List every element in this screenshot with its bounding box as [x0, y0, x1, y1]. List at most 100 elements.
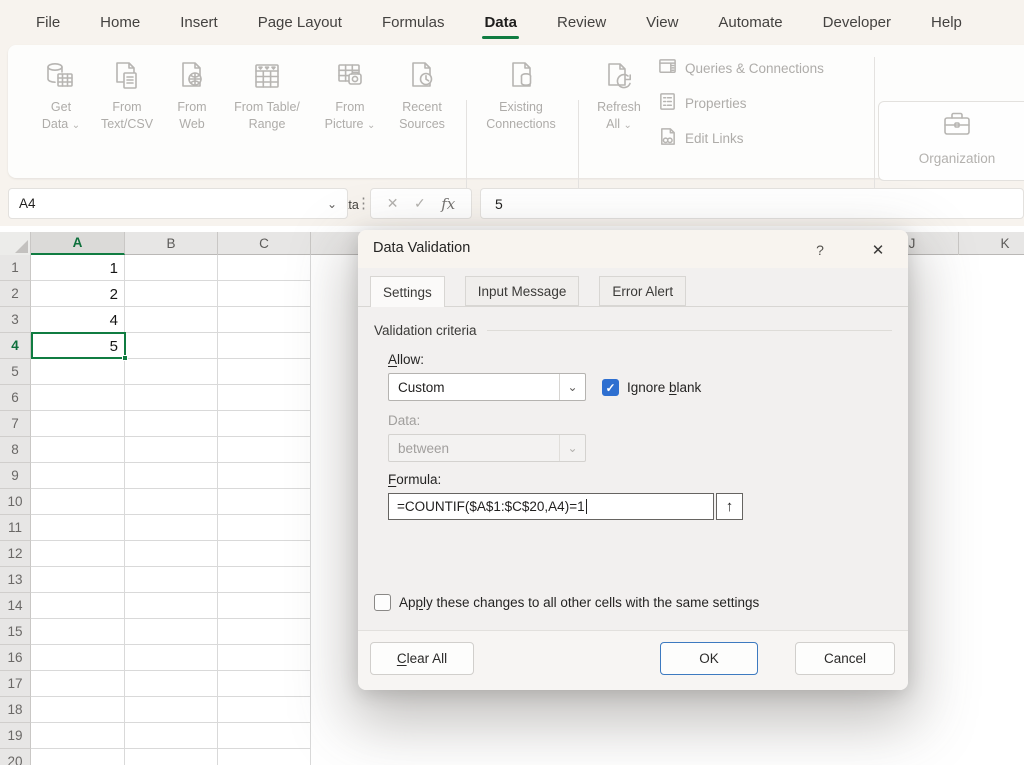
- row-header-2[interactable]: 2: [0, 281, 31, 307]
- data-types-gallery: Organization ▴ ▾ S: [878, 101, 1024, 181]
- name-box-chevron-icon[interactable]: ⌄: [327, 197, 337, 211]
- row-header-9[interactable]: 9: [0, 463, 31, 489]
- row-header-17[interactable]: 17: [0, 671, 31, 697]
- row-header-1[interactable]: 1: [0, 255, 31, 281]
- cell-a3[interactable]: 4: [31, 307, 124, 333]
- row-header-16[interactable]: 16: [0, 645, 31, 671]
- cancel-button[interactable]: Cancel: [795, 642, 895, 675]
- confirm-entry-icon[interactable]: ✓: [414, 195, 426, 212]
- from-text-csv-button[interactable]: FromText/CSV: [96, 55, 158, 175]
- dropdown-chevron-icon: ⌄: [367, 120, 375, 131]
- apply-changes-checkbox[interactable]: [374, 594, 391, 611]
- properties-icon: [658, 92, 677, 114]
- row-header-8[interactable]: 8: [0, 437, 31, 463]
- dialog-formula-input[interactable]: =COUNTIF($A$1:$C$20,A4)=1: [388, 493, 714, 520]
- table-camera-icon: [332, 55, 368, 99]
- column-header-a[interactable]: A: [31, 232, 125, 255]
- formula-bar-drag-handle[interactable]: ⋮: [356, 194, 371, 212]
- tab-input-message[interactable]: Input Message: [465, 276, 580, 306]
- cell-a1[interactable]: 1: [31, 255, 124, 281]
- organization-data-type[interactable]: Organization: [897, 108, 1017, 166]
- get-data-button[interactable]: GetData ⌄: [32, 55, 90, 175]
- row-header-7[interactable]: 7: [0, 411, 31, 437]
- data-validation-dialog: Data Validation ? ✕ Settings Input Messa…: [358, 230, 908, 690]
- file-database-icon: [503, 55, 539, 99]
- ribbon: GetData ⌄ FromText/CSV FromWeb From Tabl…: [8, 45, 1024, 178]
- menu-developer[interactable]: Developer: [807, 8, 907, 37]
- ignore-blank-checkbox[interactable]: ✓: [602, 379, 619, 396]
- row-header-14[interactable]: 14: [0, 593, 31, 619]
- row-header-column: 1 2 3 4 5 6 7 8 9 10 11 12 13 14 15 16 1…: [0, 255, 31, 765]
- row-header-10[interactable]: 10: [0, 489, 31, 515]
- existing-connections-label: ExistingConnections: [486, 99, 556, 133]
- column-header-k[interactable]: K: [959, 232, 1024, 255]
- from-table-range-label: From Table/Range: [234, 99, 300, 133]
- fill-handle[interactable]: [122, 355, 128, 361]
- row-header-18[interactable]: 18: [0, 697, 31, 723]
- existing-connections-button[interactable]: ExistingConnections: [476, 55, 566, 175]
- queries-connections-button[interactable]: Queries & Connections: [658, 57, 824, 79]
- row-header-19[interactable]: 19: [0, 723, 31, 749]
- menu-home[interactable]: Home: [84, 8, 156, 37]
- text-cursor: [586, 499, 587, 514]
- clear-all-button[interactable]: Clear All: [370, 642, 474, 675]
- dialog-formula-value: =COUNTIF($A$1:$C$20,A4)=1: [397, 499, 585, 514]
- validation-criteria-group: Validation criteria: [374, 323, 892, 338]
- menu-view[interactable]: View: [630, 8, 694, 37]
- row-header-12[interactable]: 12: [0, 541, 31, 567]
- row-header-3[interactable]: 3: [0, 307, 31, 333]
- briefcase-icon: [937, 108, 977, 147]
- file-text-icon: [109, 55, 145, 99]
- from-picture-button[interactable]: FromPicture ⌄: [314, 55, 386, 175]
- column-header-b[interactable]: B: [125, 232, 218, 255]
- row-header-11[interactable]: 11: [0, 515, 31, 541]
- ok-button[interactable]: OK: [660, 642, 758, 675]
- help-button[interactable]: ?: [808, 238, 832, 262]
- menu-automate[interactable]: Automate: [702, 8, 798, 37]
- row-header-13[interactable]: 13: [0, 567, 31, 593]
- menu-insert[interactable]: Insert: [164, 8, 234, 37]
- allow-dropdown[interactable]: Custom ⌄: [388, 373, 586, 401]
- from-table-range-button[interactable]: From Table/Range: [228, 55, 306, 175]
- menu-help[interactable]: Help: [915, 8, 978, 37]
- menu-file[interactable]: File: [20, 8, 76, 37]
- recent-sources-button[interactable]: RecentSources: [390, 55, 454, 175]
- row-header-6[interactable]: 6: [0, 385, 31, 411]
- cancel-entry-icon[interactable]: ✕: [387, 195, 399, 212]
- tab-settings[interactable]: Settings: [370, 276, 445, 307]
- name-box[interactable]: A4 ⌄: [8, 188, 348, 219]
- menu-data[interactable]: Data: [468, 8, 533, 37]
- formula-input[interactable]: 5: [480, 188, 1024, 219]
- close-icon[interactable]: ✕: [864, 238, 892, 262]
- data-dropdown: between ⌄: [388, 434, 586, 462]
- formula-bar: A4 ⌄ ⋮ ✕ ✓ fx 5: [0, 184, 1024, 224]
- row-header-5[interactable]: 5: [0, 359, 31, 385]
- column-header-c[interactable]: C: [218, 232, 311, 255]
- row-header-4[interactable]: 4: [0, 333, 31, 359]
- menu-formulas[interactable]: Formulas: [366, 8, 461, 37]
- table-icon: [249, 55, 285, 99]
- collapse-dialog-button[interactable]: ↑: [716, 493, 743, 520]
- row-header-20[interactable]: 20: [0, 749, 31, 765]
- row-header-15[interactable]: 15: [0, 619, 31, 645]
- data-label: Data:: [388, 413, 420, 428]
- select-all-button[interactable]: [0, 232, 31, 255]
- collapse-arrow-icon: ↑: [726, 498, 734, 515]
- edit-links-icon: [658, 127, 677, 149]
- refresh-all-label: RefreshAll ⌄: [597, 99, 641, 133]
- select-all-triangle-icon: [15, 240, 28, 253]
- insert-function-icon[interactable]: fx: [441, 195, 455, 213]
- from-web-button[interactable]: FromWeb: [166, 55, 218, 175]
- menu-review[interactable]: Review: [541, 8, 622, 37]
- formula-buttons: ✕ ✓ fx: [370, 188, 472, 219]
- refresh-all-button[interactable]: RefreshAll ⌄: [588, 55, 650, 175]
- tab-error-alert[interactable]: Error Alert: [599, 276, 686, 306]
- properties-button[interactable]: Properties: [658, 92, 747, 114]
- file-globe-icon: [174, 55, 210, 99]
- properties-label: Properties: [685, 96, 747, 111]
- dialog-title-bar[interactable]: Data Validation ? ✕: [358, 230, 908, 268]
- database-table-icon: [43, 55, 79, 99]
- cell-a2[interactable]: 2: [31, 281, 124, 307]
- edit-links-button[interactable]: Edit Links: [658, 127, 744, 149]
- menu-page-layout[interactable]: Page Layout: [242, 8, 358, 37]
